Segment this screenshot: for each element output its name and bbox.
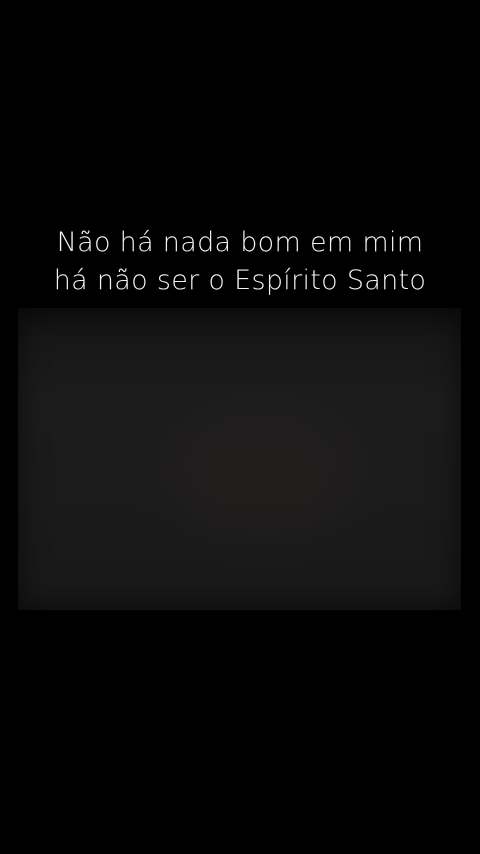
caption-text: Não há nada bom em mim há não ser o Espí… [0,224,480,300]
video-frame[interactable] [18,308,461,610]
caption-line-1: Não há nada bom em mim [56,227,424,258]
caption-line-2: há não ser o Espírito Santo [53,265,427,296]
